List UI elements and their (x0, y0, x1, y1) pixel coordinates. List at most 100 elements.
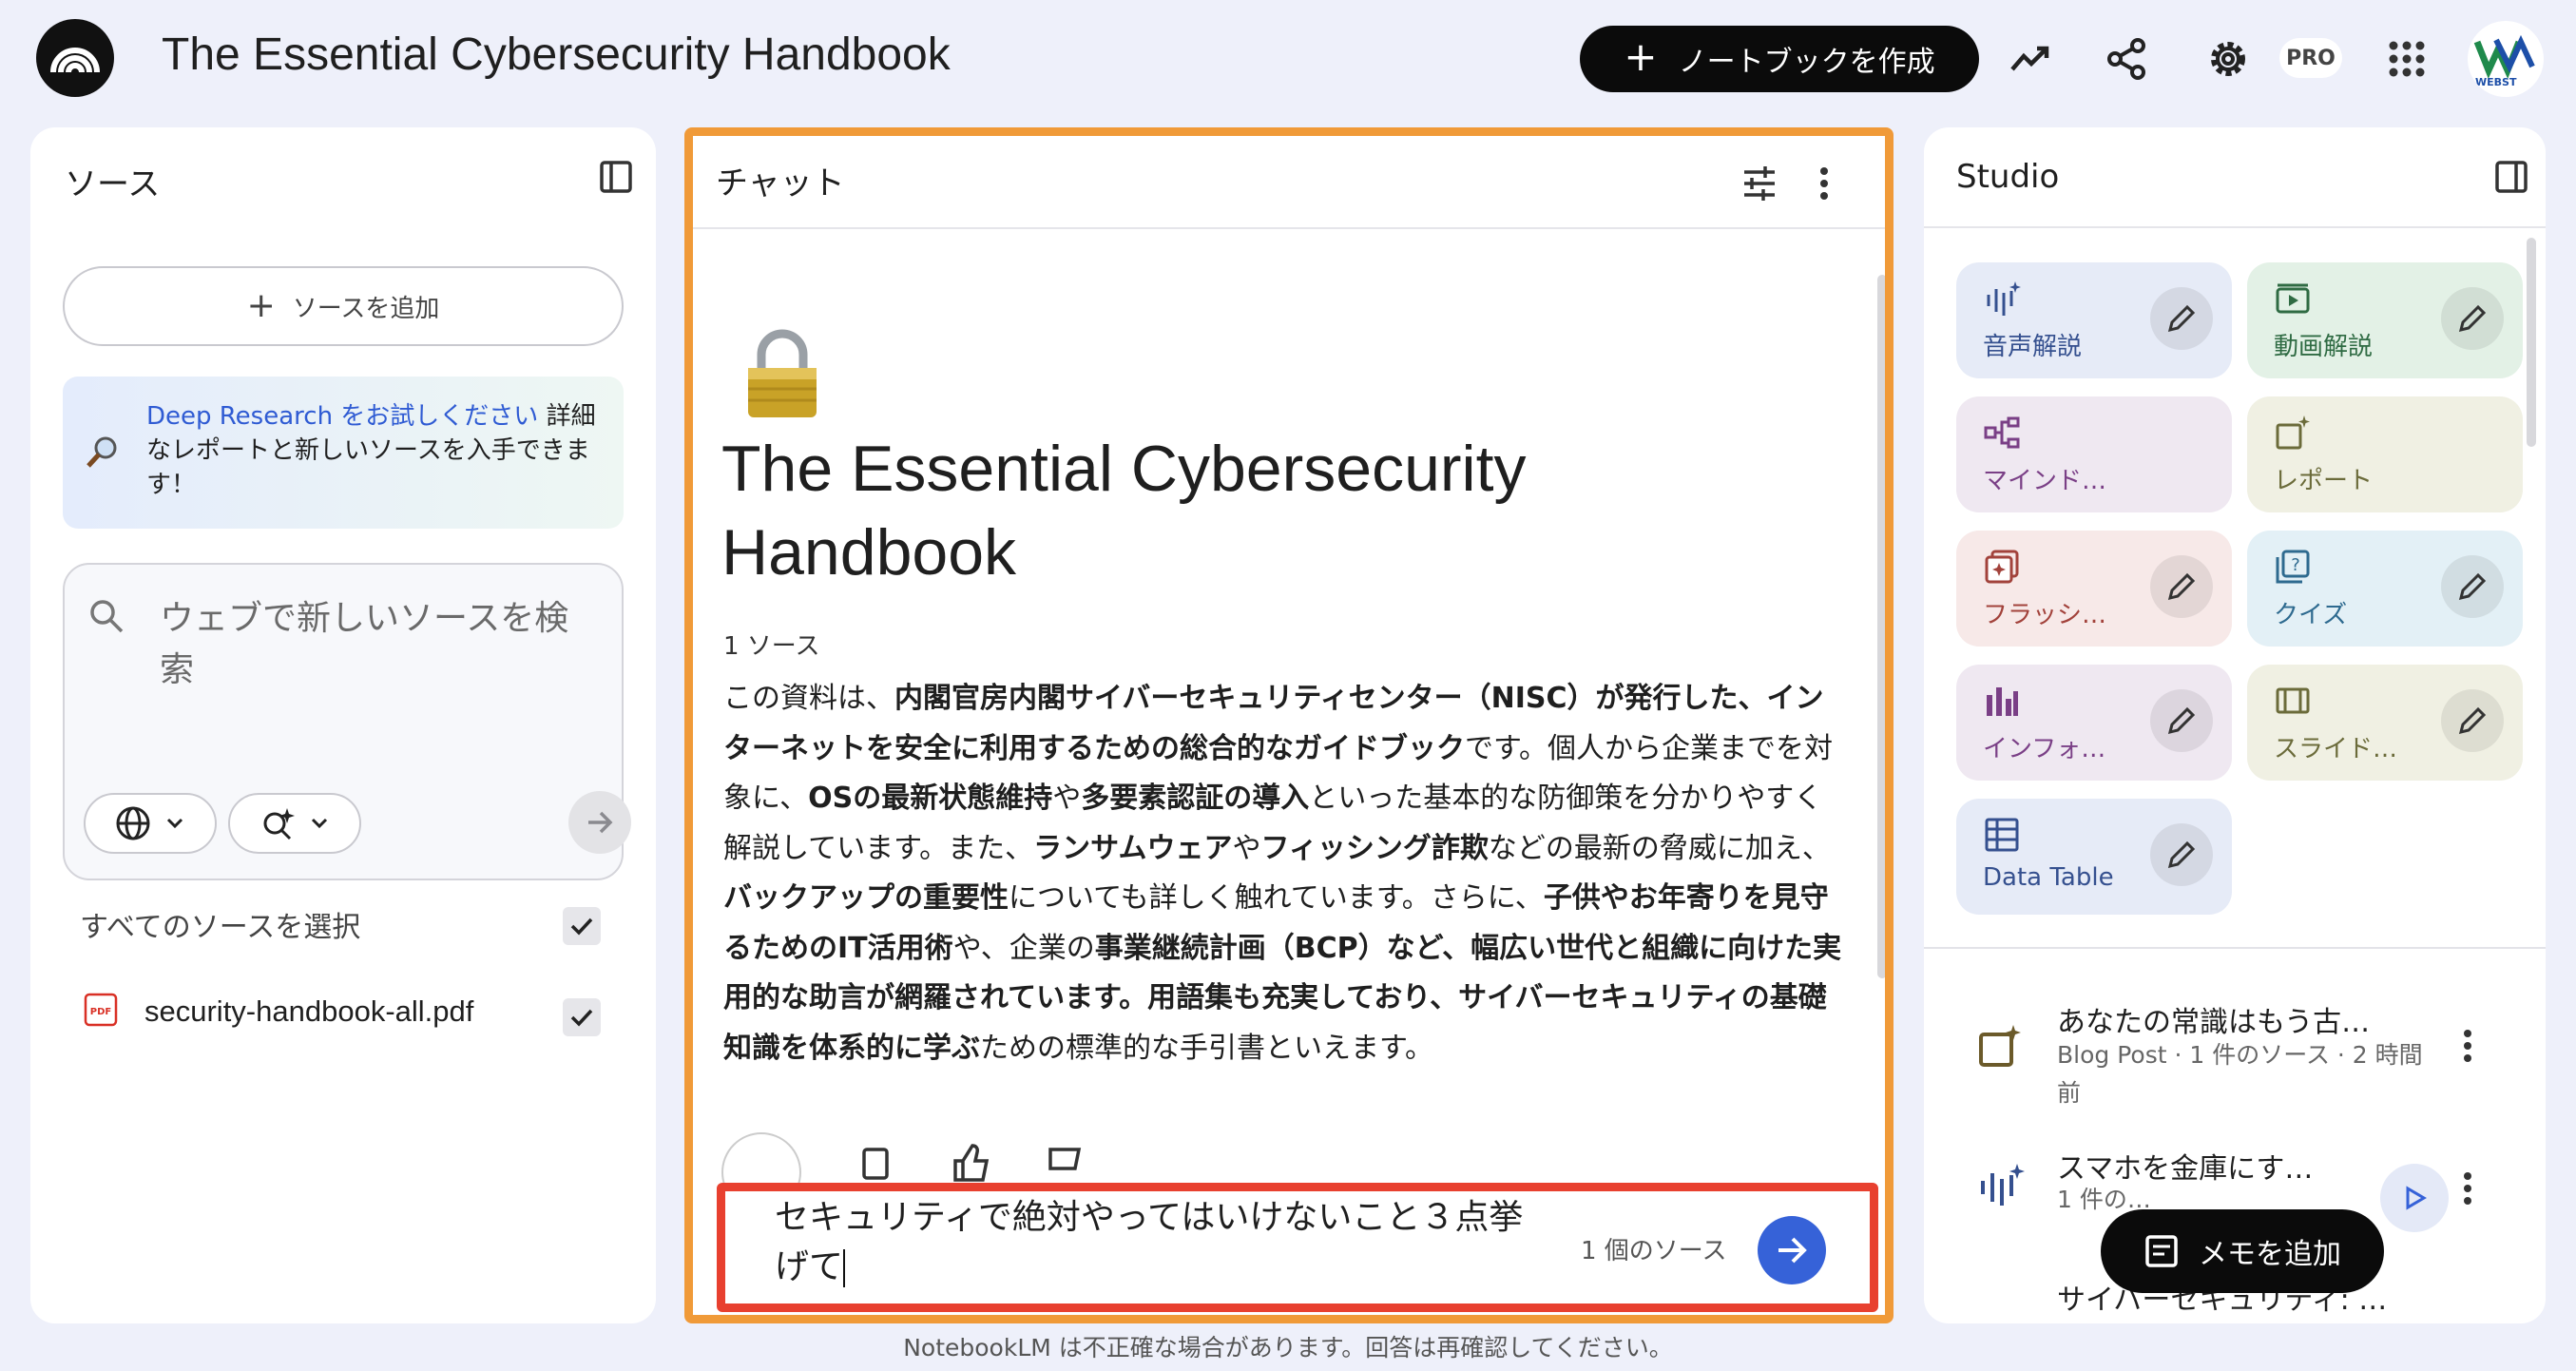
chat-input-field[interactable]: セキュリティで絶対やってはいけないこと３点挙げて (775, 1193, 1535, 1292)
studio-tile-report[interactable]: レポート (2247, 396, 2523, 512)
edit-tile-button[interactable] (2150, 823, 2213, 886)
studio-tile-label: マインド… (1983, 467, 2107, 495)
studio-tile-slides[interactable]: スライド… (2247, 665, 2523, 781)
source-file-name[interactable]: security-handbook-all.pdf (144, 994, 473, 1029)
summary-segment: 多要素認証の導入 (1081, 782, 1310, 815)
note-title: あなたの常識はもう古… (2057, 1006, 2371, 1039)
chat-header: チャット (693, 136, 1885, 229)
mindmap-icon (1983, 414, 2021, 455)
pencil-icon (2167, 706, 2196, 735)
create-notebook-button[interactable]: + ノートブックを作成 (1580, 26, 1979, 92)
studio-tile-label: レポート (2274, 467, 2374, 495)
share-icon[interactable] (2095, 27, 2160, 91)
infographic-icon (1983, 682, 2021, 724)
note-more-vert-icon[interactable] (2462, 1169, 2473, 1211)
settings-gear-icon[interactable] (2196, 27, 2260, 91)
chat-scrollbar[interactable] (1877, 275, 1885, 978)
footer-disclaimer: NotebookLM は不正確な場合があります。回答は再確認してください。 (903, 1334, 1673, 1361)
top-bar: The Essential Cybersecurity Handbook + ノ… (0, 0, 2576, 118)
search-input[interactable]: ウェブで新しいソースを検索 (160, 593, 587, 696)
chat-settings-tune-icon[interactable] (1740, 164, 1778, 206)
analytics-trend-icon[interactable] (1998, 27, 2063, 91)
arrow-right-icon (1778, 1237, 1807, 1264)
select-all-label: すべてのソースを選択 (80, 911, 361, 944)
deep-research-link[interactable]: Deep Research をお試しください (146, 402, 538, 431)
chat-more-vert-icon[interactable] (1818, 164, 1830, 206)
report-icon (1975, 1021, 2025, 1074)
notebooklm-logo-icon[interactable] (36, 19, 114, 97)
studio-tile-audio-wave[interactable]: 音声解説 (1956, 262, 2232, 378)
arrow-right-icon (588, 811, 613, 834)
web-source-search-box[interactable]: ウェブで新しいソースを検索 (63, 563, 631, 880)
edit-tile-button[interactable] (2441, 287, 2504, 350)
add-source-label: ソースを追加 (292, 294, 440, 323)
copy-icon[interactable] (855, 1146, 893, 1188)
user-avatar[interactable]: WEBST (2468, 21, 2544, 97)
collapse-panel-icon[interactable] (599, 160, 633, 198)
chat-input-value: セキュリティで絶対やってはいけないこと３点挙げて (775, 1198, 1524, 1286)
studio-tile-video[interactable]: 動画解説 (2247, 262, 2523, 378)
search-icon (87, 597, 125, 639)
summary-segment: や (1232, 831, 1261, 865)
studio-tile-flashcard[interactable]: フラッシ… (1956, 531, 2232, 647)
notebook-heading: The Essential Cybersecurity Handbook (721, 433, 1527, 589)
text-caret (843, 1249, 846, 1287)
add-memo-button[interactable]: メモを追加 (2101, 1209, 2384, 1293)
chevron-down-icon (311, 818, 328, 829)
play-button[interactable] (2380, 1164, 2449, 1232)
edit-tile-button[interactable] (2150, 287, 2213, 350)
lock-emoji-icon (742, 326, 822, 425)
send-message-button[interactable] (1758, 1216, 1826, 1284)
studio-tile-mindmap[interactable]: マインド… (1956, 396, 2232, 512)
studio-tile-infographic[interactable]: インフォ… (1956, 665, 2232, 781)
studio-tile-label: フラッシ… (1983, 601, 2107, 629)
studio-tile-table[interactable]: Data Table (1956, 799, 2232, 915)
studio-scrollbar[interactable] (2527, 238, 2536, 447)
notebook-summary: この資料は、内閣官房内閣サイバーセキュリティセンター（NISC）が発行した、イン… (723, 674, 1845, 1073)
plus-icon: + (1624, 33, 1658, 80)
apps-grid-icon[interactable] (2374, 27, 2439, 91)
sources-header: ソース (30, 127, 656, 228)
select-all-checkbox[interactable] (563, 907, 601, 945)
chat-input-box[interactable]: セキュリティで絶対やってはいけないこと３点挙げて 1 個のソース (717, 1183, 1878, 1312)
audio-wave-icon (1983, 280, 2021, 321)
avatar-text: WEBST (2475, 76, 2517, 88)
edit-tile-button[interactable] (2150, 689, 2213, 752)
studio-tile-quiz[interactable]: ? クイズ (2247, 531, 2523, 647)
globe-icon (116, 806, 150, 840)
video-icon (2274, 280, 2312, 321)
studio-tile-label: インフォ… (1983, 735, 2106, 763)
collapse-panel-icon[interactable] (2494, 160, 2528, 198)
note-more-vert-icon[interactable] (2462, 1027, 2473, 1069)
flashcard-icon (1983, 548, 2021, 589)
edit-tile-button[interactable] (2150, 555, 2213, 618)
checkmark-icon (570, 1009, 593, 1027)
add-memo-label: メモを追加 (2199, 1238, 2341, 1271)
add-source-button[interactable]: + ソースを追加 (63, 266, 624, 346)
research-mode-select[interactable] (228, 793, 361, 854)
summary-segment: についても詳しく触れています。さらに、 (1009, 881, 1544, 915)
web-source-select[interactable] (84, 793, 217, 854)
summary-segment: や、企業の (952, 931, 1095, 965)
studio-tile-label: スライド… (2274, 735, 2398, 763)
summary-segment: OSの最新状態維持 (808, 782, 1053, 815)
source-file-checkbox[interactable] (563, 998, 601, 1036)
create-notebook-label: ノートブックを作成 (1678, 46, 1935, 79)
table-icon (1983, 816, 2021, 858)
play-icon (2406, 1186, 2427, 1210)
deep-research-promo[interactable]: Deep Research をお試しください 詳細なレポートと新しいソースを入手… (63, 377, 624, 529)
note-item[interactable]: あなたの常識はもう古… Blog Post · 1 件のソース · 2 時間前 (1924, 977, 2546, 1120)
edit-tile-button[interactable] (2441, 689, 2504, 752)
sources-title: ソース (65, 165, 161, 203)
chat-panel: チャット The Essential Cybersecurity Handboo… (684, 127, 1894, 1323)
search-submit-button[interactable] (568, 791, 631, 854)
pencil-icon (2458, 706, 2487, 735)
studio-divider (1924, 947, 2546, 949)
edit-tile-button[interactable] (2441, 555, 2504, 618)
chevron-down-icon (166, 818, 183, 829)
thumbs-up-icon[interactable] (950, 1142, 991, 1188)
audio-wave-icon (1975, 1162, 2025, 1215)
plus-icon: + (246, 286, 276, 325)
notebook-title[interactable]: The Essential Cybersecurity Handbook (162, 29, 951, 81)
checkmark-icon (570, 917, 593, 936)
